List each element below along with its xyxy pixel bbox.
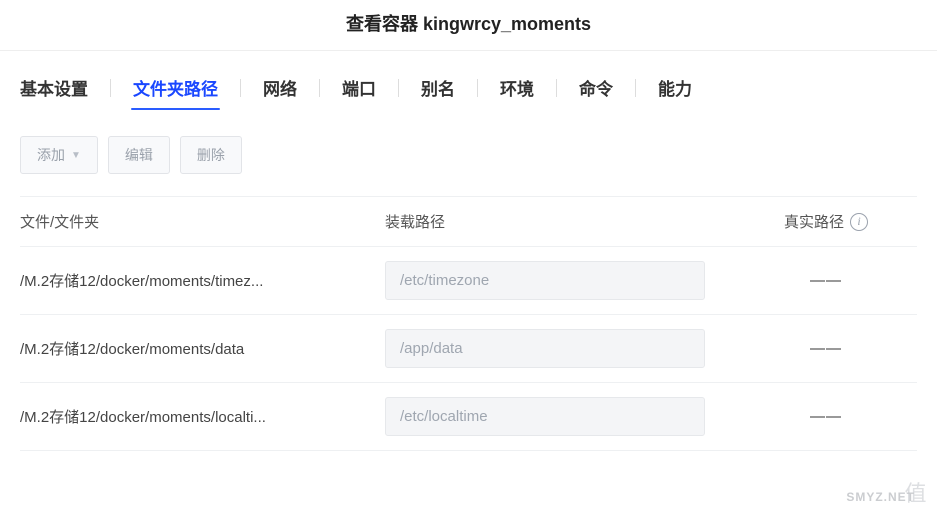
tab-port[interactable]: 端口: [342, 71, 376, 104]
table-header: 文件/文件夹 装载路径 真实路径 i: [20, 196, 917, 247]
watermark-text: SMYZ.NET: [846, 490, 915, 504]
add-button-label: 添加: [37, 145, 65, 165]
cell-file: /M.2存储12/docker/moments/data: [20, 338, 385, 359]
th-real: 真实路径 i: [735, 211, 917, 232]
tab-alias[interactable]: 别名: [421, 71, 455, 104]
paths-table: 文件/文件夹 装载路径 真实路径 i /M.2存储12/docker/momen…: [0, 196, 937, 451]
table-row[interactable]: /M.2存储12/docker/moments/data ——: [20, 315, 917, 383]
toolbar: 添加 ▼ 编辑 删除: [0, 114, 937, 196]
th-real-label: 真实路径: [784, 211, 844, 232]
tab-network[interactable]: 网络: [263, 71, 297, 104]
table-row[interactable]: /M.2存储12/docker/moments/timez... ——: [20, 247, 917, 315]
table-row[interactable]: /M.2存储12/docker/moments/localti... ——: [20, 383, 917, 451]
cell-file: /M.2存储12/docker/moments/timez...: [20, 270, 385, 291]
tab-basic-settings[interactable]: 基本设置: [20, 71, 88, 104]
mount-path-input[interactable]: [385, 329, 705, 368]
tab-capability[interactable]: 能力: [658, 71, 692, 104]
edit-button[interactable]: 编辑: [108, 136, 170, 174]
mount-path-input[interactable]: [385, 261, 705, 300]
tab-divider: [556, 79, 557, 97]
mount-path-input[interactable]: [385, 397, 705, 436]
tabs-bar: 基本设置 文件夹路径 网络 端口 别名 环境 命令 能力: [0, 51, 937, 114]
tab-divider: [319, 79, 320, 97]
th-file: 文件/文件夹: [20, 211, 385, 232]
caret-down-icon: ▼: [71, 150, 81, 161]
tab-divider: [110, 79, 111, 97]
tab-environment[interactable]: 环境: [500, 71, 534, 104]
tab-command[interactable]: 命令: [579, 71, 613, 104]
tab-divider: [477, 79, 478, 97]
cell-mount: [385, 261, 735, 300]
tab-divider: [240, 79, 241, 97]
tab-divider: [398, 79, 399, 97]
add-button[interactable]: 添加 ▼: [20, 136, 98, 174]
tab-folder-path[interactable]: 文件夹路径: [133, 71, 218, 104]
cell-file: /M.2存储12/docker/moments/localti...: [20, 406, 385, 427]
info-icon[interactable]: i: [850, 213, 868, 231]
cell-real: ——: [735, 272, 917, 289]
tab-divider: [635, 79, 636, 97]
cell-real: ——: [735, 340, 917, 357]
cell-real: ——: [735, 408, 917, 425]
th-mount: 装载路径: [385, 211, 735, 232]
page-title: 查看容器 kingwrcy_moments: [0, 0, 937, 51]
cell-mount: [385, 397, 735, 436]
cell-mount: [385, 329, 735, 368]
delete-button[interactable]: 删除: [180, 136, 242, 174]
